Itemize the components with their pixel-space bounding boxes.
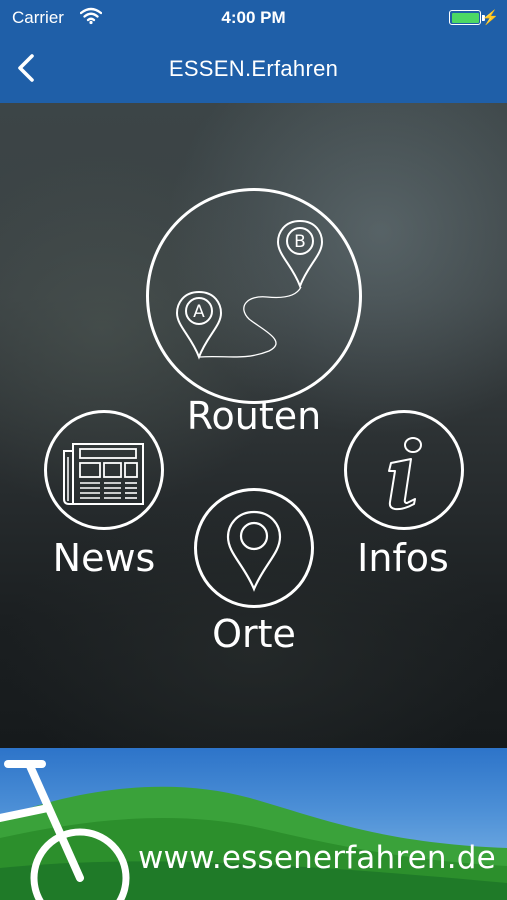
menu-item-news[interactable]: News	[42, 408, 166, 586]
website-banner[interactable]: www.essenerfahren.de	[0, 748, 507, 900]
battery-icon	[449, 10, 481, 25]
newspaper-icon	[44, 410, 164, 530]
clock: 4:00 PM	[221, 8, 286, 27]
website-url[interactable]: www.essenerfahren.de	[138, 840, 496, 876]
location-pin-icon	[194, 488, 314, 608]
svg-text:A: A	[193, 302, 205, 322]
navigation-bar: ESSEN.Erfahren	[0, 36, 507, 103]
main-menu: A B Routen News Infos Orte	[0, 103, 507, 748]
bicycle-icon	[0, 760, 130, 900]
infos-label: Infos	[357, 536, 449, 580]
routen-label: Routen	[186, 394, 322, 438]
orte-label: Orte	[212, 612, 296, 656]
page-title: ESSEN.Erfahren	[168, 56, 339, 81]
status-bar: Carrier 4:00 PM ⚡	[0, 0, 507, 36]
charging-bolt-icon: ⚡	[481, 9, 499, 25]
route-map-icon: A B	[146, 188, 362, 404]
menu-item-orte[interactable]: Orte	[190, 488, 318, 660]
svg-text:B: B	[294, 232, 306, 252]
info-icon	[344, 410, 464, 530]
menu-item-routen[interactable]: A B Routen	[146, 188, 362, 458]
menu-item-infos[interactable]: Infos	[340, 408, 466, 586]
news-label: News	[52, 536, 156, 580]
